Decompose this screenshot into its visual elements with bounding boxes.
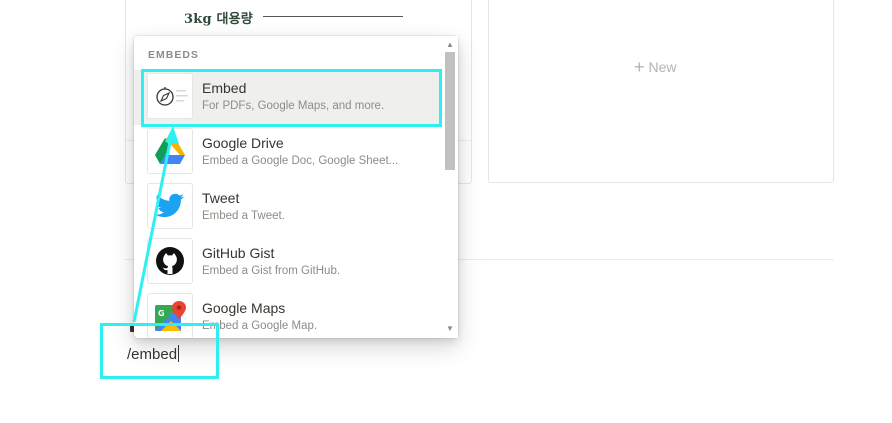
annotation-arrow-icon	[132, 126, 179, 323]
